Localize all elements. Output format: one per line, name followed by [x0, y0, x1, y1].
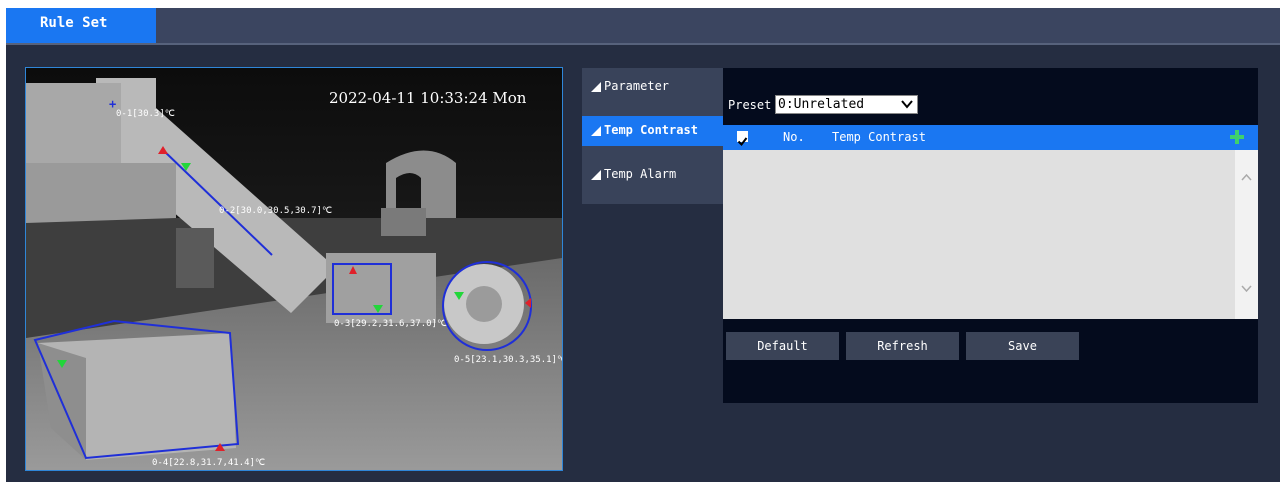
chevron-down-icon[interactable]: [1241, 285, 1252, 292]
sub-menu: Parameter Temp Contrast Temp Alarm: [582, 68, 723, 204]
column-temp-contrast: Temp Contrast: [832, 130, 926, 144]
menu-item-parameter[interactable]: Parameter: [582, 72, 723, 102]
chevron-up-icon[interactable]: [1241, 174, 1252, 181]
preset-value: 0:Unrelated: [778, 97, 865, 112]
menu-item-label: Temp Alarm: [604, 167, 677, 181]
thermal-scene: 2022-04-11 10:33:24 Mon + 0-1[30.3]℃ 0-2…: [26, 68, 562, 470]
menu-item-temp-alarm[interactable]: Temp Alarm: [582, 160, 723, 190]
left-duct-lower: [26, 163, 176, 223]
left-duct-block: [26, 83, 121, 163]
top-tab-bar: Rule Set: [6, 8, 1280, 45]
table-body: [723, 150, 1235, 319]
triangle-icon: [591, 170, 601, 180]
rule-label-4: 0-4[22.8,31.7,41.4]℃: [152, 458, 265, 468]
refresh-button[interactable]: Refresh: [846, 332, 959, 360]
triangle-icon: [591, 82, 601, 92]
rule-label-1: 0-1[30.3]℃: [116, 109, 175, 119]
background-duct-base: [381, 208, 426, 236]
add-icon[interactable]: [1230, 130, 1244, 144]
select-all-checkbox[interactable]: [737, 131, 748, 147]
preset-label: Preset: [728, 98, 772, 112]
temp-contrast-panel: Preset 0:Unrelated No. Temp Contrast Def…: [723, 68, 1258, 403]
tab-rule-set[interactable]: Rule Set: [6, 8, 156, 43]
timestamp-overlay: 2022-04-11 10:33:24 Mon: [329, 89, 527, 107]
rule-label-3: 0-3[29.2,31.6,37.0]℃: [334, 319, 447, 329]
check-icon: [737, 137, 748, 147]
thermal-video-view[interactable]: 2022-04-11 10:33:24 Mon + 0-1[30.3]℃ 0-2…: [25, 67, 563, 471]
preset-select[interactable]: 0:Unrelated: [775, 95, 918, 114]
menu-item-label: Temp Contrast: [604, 123, 698, 137]
menu-item-temp-contrast[interactable]: Temp Contrast: [582, 116, 723, 146]
save-button[interactable]: Save: [966, 332, 1079, 360]
rule-label-5: 0-5[23.1,30.3,35.1]℃: [454, 355, 562, 365]
default-button[interactable]: Default: [726, 332, 839, 360]
table-scrollbar[interactable]: [1235, 150, 1258, 319]
chevron-down-icon: [901, 100, 913, 109]
fan-hub: [466, 286, 502, 322]
column-no: No.: [783, 130, 805, 144]
control-box: [176, 228, 214, 288]
rule-set-page: Rule Set 2022-04-11 10:33:24 Mon + 0-1[3…: [6, 8, 1280, 482]
menu-item-label: Parameter: [604, 79, 670, 93]
triangle-icon: [591, 126, 601, 136]
table-header: No. Temp Contrast: [723, 125, 1258, 150]
rule-label-2: 0-2[30.0,30.5,30.7]℃: [219, 206, 332, 216]
